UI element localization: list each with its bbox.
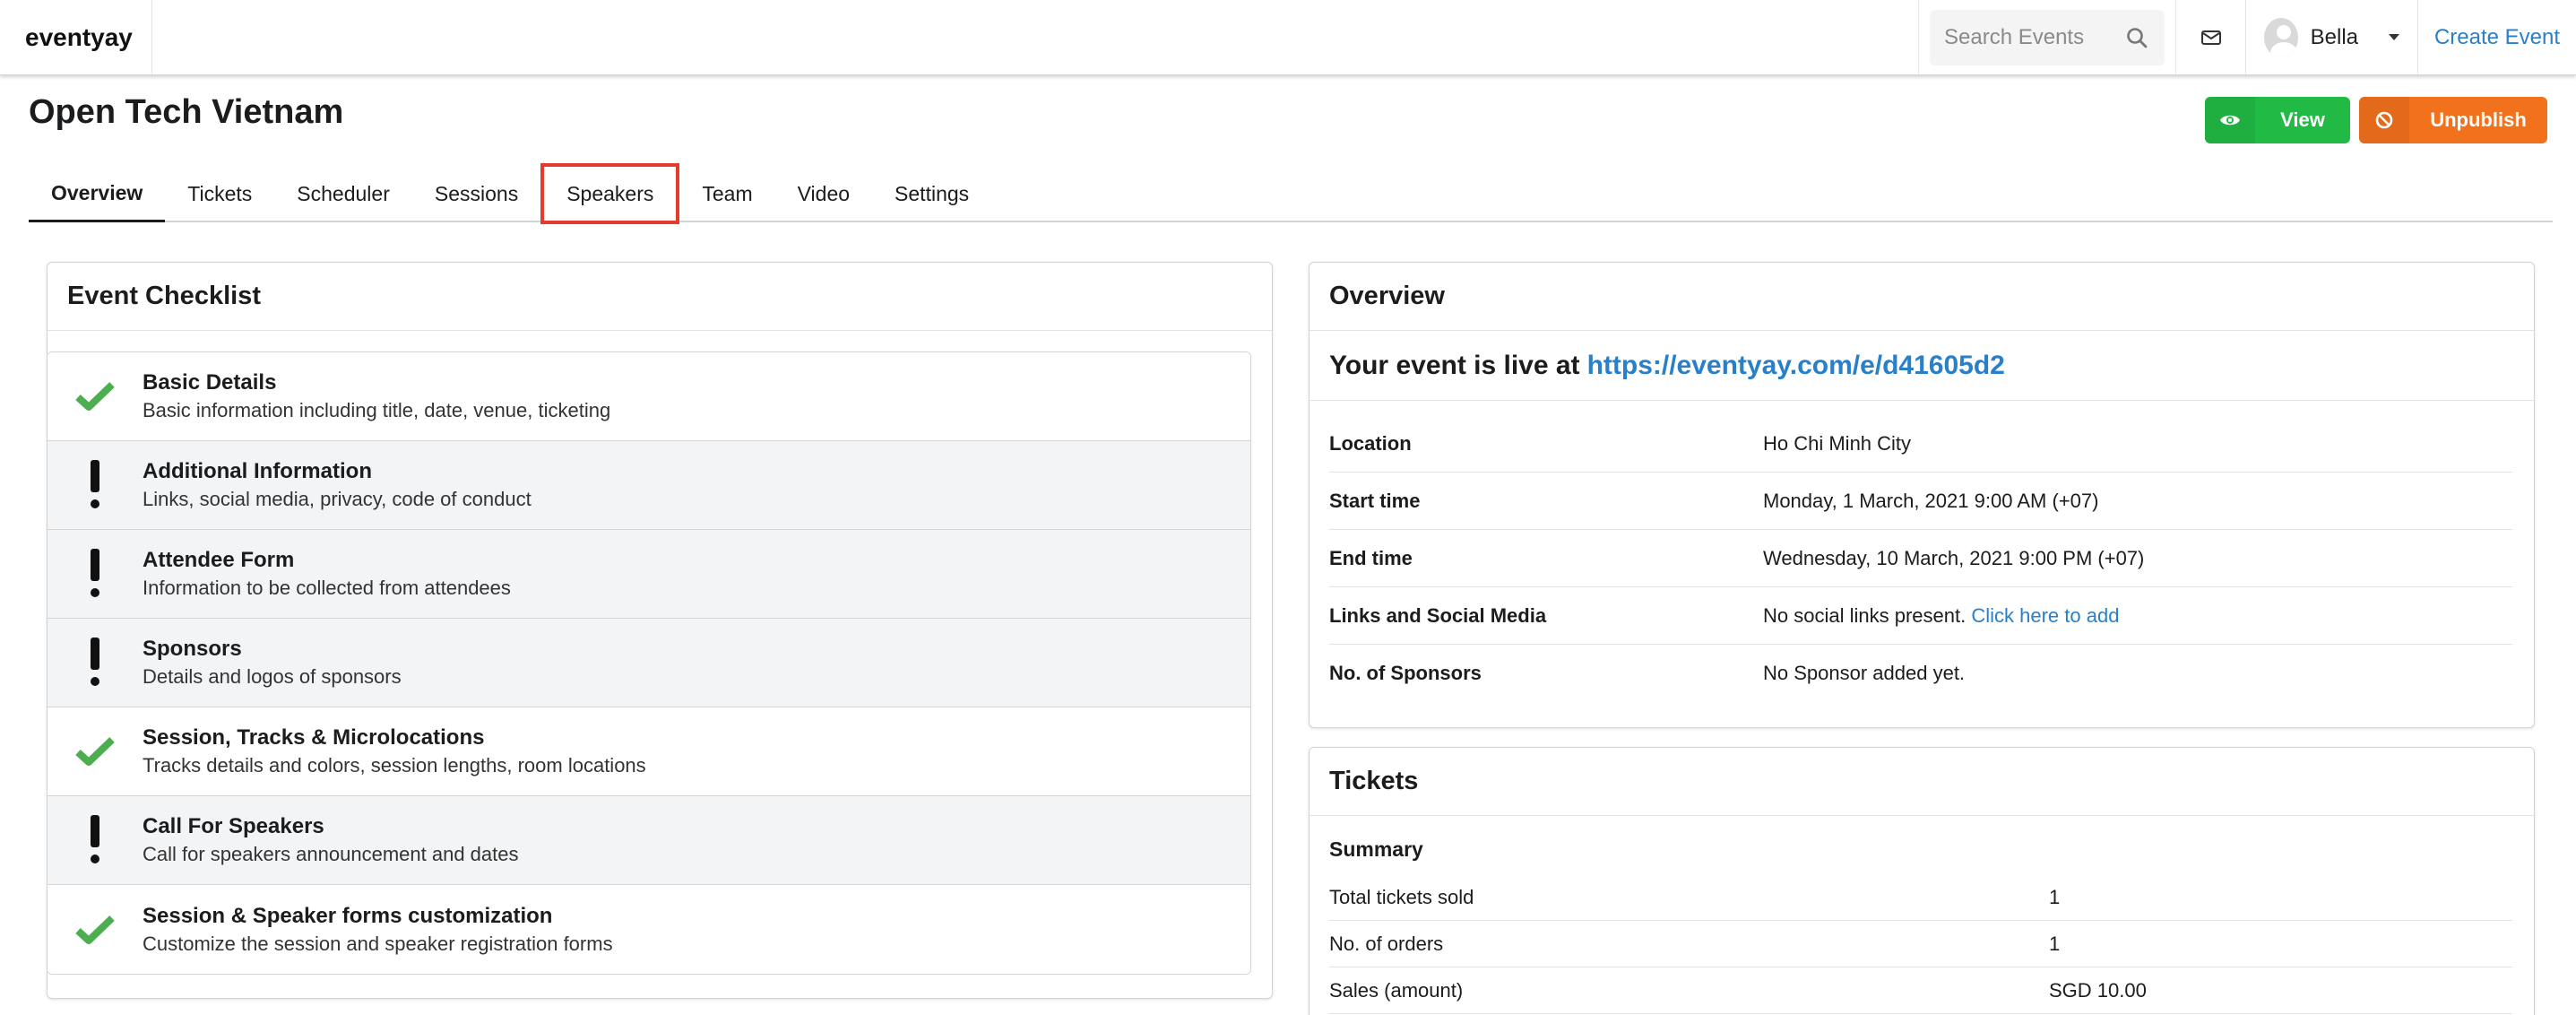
overview-key: Links and Social Media	[1329, 603, 1547, 627]
create-event-link[interactable]: Create Event	[2418, 0, 2576, 74]
checklist-item-desc: Customize the session and speaker regist…	[143, 932, 613, 955]
checklist-item-title: Sponsors	[143, 637, 242, 661]
checklist-item-desc: Information to be collected from attende…	[143, 577, 511, 599]
social-links-status: No social links present.	[1763, 603, 1967, 627]
tickets-row-orders: No. of orders 1	[1329, 921, 2512, 967]
tab-speakers[interactable]: Speakers	[540, 163, 680, 224]
overview-panel: Overview Your event is live at https://e…	[1309, 262, 2535, 728]
ban-icon	[2359, 97, 2409, 143]
overview-value: No Sponsor added yet.	[1763, 662, 1966, 684]
overview-title: Overview	[1310, 263, 2534, 331]
exclamation-icon	[48, 460, 143, 510]
view-button[interactable]: View	[2205, 97, 2350, 143]
tab-scheduler[interactable]: Scheduler	[274, 167, 412, 221]
event-checklist-title: Event Checklist	[48, 263, 1272, 331]
tickets-key: Total tickets sold	[1329, 885, 1474, 908]
checklist-item-title: Session, Tracks & Microlocations	[143, 725, 485, 750]
checklist-list: Basic Details Basic information includin…	[47, 351, 1251, 975]
user-name: Bella	[2310, 24, 2358, 49]
brand-logo[interactable]: eventyay	[0, 0, 152, 74]
tickets-value: SGD 10.00	[2049, 978, 2147, 1002]
search-input[interactable]	[1930, 24, 2127, 50]
live-prefix: Your event is live at	[1329, 350, 1580, 380]
overview-key: Location	[1329, 431, 1412, 455]
exclamation-icon	[48, 638, 143, 688]
checklist-item-title: Attendee Form	[143, 548, 295, 572]
user-menu[interactable]: Bella	[2246, 0, 2418, 74]
checklist-item-title: Additional Information	[143, 459, 372, 483]
avatar	[2264, 17, 2298, 57]
overview-row-social-links: Links and Social Media No social links p…	[1329, 587, 2512, 645]
overview-key: Start time	[1329, 489, 1421, 512]
overview-row-start-time: Start time Monday, 1 March, 2021 9:00 AM…	[1329, 473, 2512, 530]
exclamation-icon	[48, 549, 143, 599]
search-icon[interactable]	[2125, 26, 2148, 49]
checklist-item-desc: Basic information including title, date,…	[143, 399, 611, 421]
unpublish-button[interactable]: Unpublish	[2359, 97, 2547, 143]
checklist-item-title: Session & Speaker forms customization	[143, 903, 553, 928]
overview-row-sponsors: No. of Sponsors No Sponsor added yet.	[1329, 645, 2512, 702]
tickets-key: Sales (amount)	[1329, 978, 1464, 1002]
top-navbar: eventyay Bella Create Event	[0, 0, 2576, 75]
checklist-item-title: Call For Speakers	[143, 814, 324, 838]
exclamation-icon	[48, 815, 143, 865]
checklist-item-desc: Details and logos of sponsors	[143, 665, 402, 688]
tab-sessions[interactable]: Sessions	[412, 167, 540, 221]
tickets-value: 1	[2049, 932, 2061, 955]
overview-value: Monday, 1 March, 2021 9:00 AM (+07)	[1763, 489, 2099, 512]
event-live-line: Your event is live at https://eventyay.c…	[1310, 331, 2534, 401]
checklist-item-sponsors[interactable]: Sponsors Details and logos of sponsors	[48, 619, 1250, 707]
search-box	[1930, 9, 2165, 65]
overview-key: No. of Sponsors	[1329, 662, 1482, 684]
tickets-row-sales: Sales (amount) SGD 10.00	[1329, 967, 2512, 1014]
checklist-item-desc: Links, social media, privacy, code of co…	[143, 488, 532, 510]
add-social-links-link[interactable]: Click here to add	[1971, 604, 2119, 627]
overview-value: Wednesday, 10 March, 2021 9:00 PM (+07)	[1763, 546, 2145, 569]
check-icon	[48, 381, 143, 412]
checklist-item-additional-information[interactable]: Additional Information Links, social med…	[48, 441, 1250, 530]
tab-team[interactable]: Team	[679, 167, 774, 221]
tab-tickets[interactable]: Tickets	[165, 167, 274, 221]
checklist-item-desc: Tracks details and colors, session lengt…	[143, 754, 646, 776]
view-button-label: View	[2280, 108, 2325, 131]
tickets-value: 1	[2049, 885, 2061, 908]
event-public-link[interactable]: https://eventyay.com/e/d41605d2	[1587, 351, 2005, 381]
checklist-item-session-tracks[interactable]: Session, Tracks & Microlocations Tracks …	[48, 707, 1250, 796]
tab-settings[interactable]: Settings	[872, 167, 991, 221]
unpublish-button-label: Unpublish	[2430, 108, 2527, 131]
tickets-key: No. of orders	[1329, 932, 1444, 955]
tab-overview[interactable]: Overview	[29, 167, 166, 222]
mail-button[interactable]	[2176, 0, 2246, 74]
checklist-item-title: Basic Details	[143, 370, 277, 395]
tab-video[interactable]: Video	[775, 167, 872, 221]
overview-key: End time	[1329, 546, 1413, 569]
tickets-title: Tickets	[1310, 748, 2534, 816]
search-container	[1918, 0, 2176, 74]
eye-icon	[2205, 97, 2255, 143]
checklist-item-basic-details[interactable]: Basic Details Basic information includin…	[48, 352, 1250, 441]
checklist-item-call-for-speakers[interactable]: Call For Speakers Call for speakers anno…	[48, 796, 1250, 885]
check-icon	[48, 736, 143, 767]
overview-row-end-time: End time Wednesday, 10 March, 2021 9:00 …	[1329, 530, 2512, 587]
overview-table: Location Ho Chi Minh City Start time Mon…	[1310, 401, 2534, 711]
tickets-row-total-sold: Total tickets sold 1	[1329, 874, 2512, 921]
overview-value: No social links present. Click here to a…	[1763, 604, 2119, 628]
checklist-item-desc: Call for speakers announcement and dates	[143, 843, 519, 865]
overview-row-location: Location Ho Chi Minh City	[1329, 415, 2512, 473]
mail-icon	[2200, 30, 2221, 45]
tickets-panel: Tickets Summary Total tickets sold 1 No.…	[1309, 747, 2535, 1015]
tickets-summary-label: Summary	[1329, 837, 1423, 861]
page-title: Open Tech Vietnam	[29, 93, 344, 131]
checklist-item-attendee-form[interactable]: Attendee Form Information to be collecte…	[48, 530, 1250, 619]
overview-value: Ho Chi Minh City	[1763, 431, 1912, 455]
check-icon	[48, 915, 143, 945]
chevron-down-icon	[2389, 34, 2399, 40]
event-tabs: Overview Tickets Scheduler Sessions Spea…	[29, 163, 2553, 224]
checklist-item-forms-customization[interactable]: Session & Speaker forms customization Cu…	[48, 885, 1250, 974]
